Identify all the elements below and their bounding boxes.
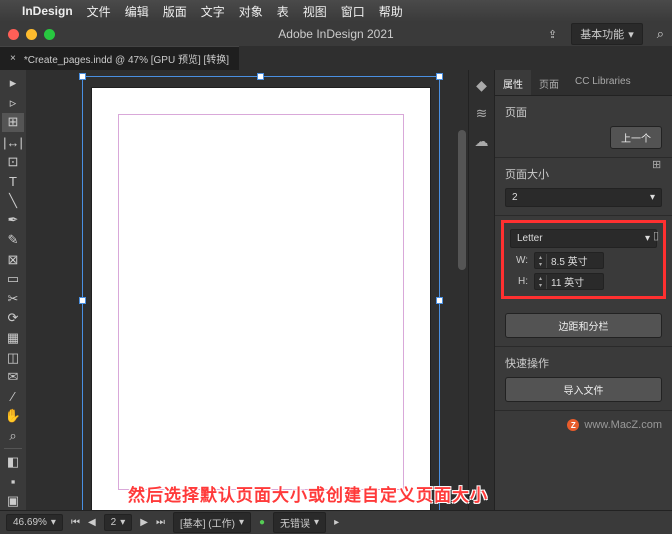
height-input[interactable]: ▴▾: [534, 273, 604, 290]
app-name[interactable]: InDesign: [22, 4, 73, 18]
menu-edit[interactable]: 编辑: [125, 3, 149, 20]
maximize-button[interactable]: [44, 29, 55, 40]
status-bar: 46.69%▾ ⏮ ◀ 2▾ ▶ ⏭ [基本] (工作)▾ ● 无错误▾ ▸: [0, 510, 672, 534]
handle-w[interactable]: [79, 297, 86, 304]
handle-nw[interactable]: [79, 73, 86, 80]
window-titlebar: Adobe InDesign 2021 ⇪ 基本功能▾ ⌕: [0, 22, 672, 46]
menu-file[interactable]: 文件: [87, 3, 111, 20]
share-icon[interactable]: ⇪: [548, 28, 557, 41]
zoom-tool[interactable]: ⌕: [2, 427, 24, 446]
direct-selection-tool[interactable]: ▹: [2, 94, 24, 113]
page-nav-select[interactable]: 2▾: [104, 514, 133, 531]
window-title: Adobe InDesign 2021: [278, 27, 393, 41]
nav-prev-icon[interactable]: ◀: [88, 517, 96, 528]
handle-n[interactable]: [257, 73, 264, 80]
tab-cc-libraries[interactable]: CC Libraries: [567, 70, 639, 95]
menu-object[interactable]: 对象: [239, 3, 263, 20]
type-tool[interactable]: T: [2, 172, 24, 191]
search-icon[interactable]: ⌕: [657, 26, 664, 42]
note-tool[interactable]: ✉: [2, 368, 24, 387]
workspace-dropdown[interactable]: 基本功能▾: [571, 23, 643, 45]
document-tabs: × *Create_pages.indd @ 47% [GPU 预览] [转换]: [0, 46, 672, 70]
separator: [4, 448, 22, 449]
minimize-button[interactable]: [26, 29, 37, 40]
fill-stroke-tool[interactable]: ◧: [2, 452, 24, 471]
cc-icon[interactable]: ☁: [473, 132, 491, 150]
canvas[interactable]: [26, 70, 468, 510]
pen-tool[interactable]: ✒: [2, 211, 24, 230]
page-tool[interactable]: ⊞: [2, 113, 24, 132]
tutorial-caption: 然后选择默认页面大小或创建自定义页面大小: [128, 481, 488, 506]
section-page-label: 页面: [505, 104, 662, 120]
workspace-status[interactable]: [基本] (工作)▾: [173, 512, 251, 533]
gradient-feather-tool[interactable]: ◫: [2, 348, 24, 367]
transform-tool[interactable]: ⟳: [2, 309, 24, 328]
handle-ne[interactable]: [436, 73, 443, 80]
view-mode-tool[interactable]: ▣: [2, 491, 24, 510]
hand-tool[interactable]: ✋: [2, 407, 24, 426]
page[interactable]: [92, 88, 430, 510]
menu-view[interactable]: 视图: [303, 3, 327, 20]
gradient-tool[interactable]: ▦: [2, 329, 24, 348]
rectangle-tool[interactable]: ▭: [2, 270, 24, 289]
page-preset-select[interactable]: Letter▾: [510, 229, 657, 248]
collapsed-panels: ◆ ≋ ☁: [468, 70, 494, 510]
menu-window[interactable]: 窗口: [341, 3, 365, 20]
rectangle-frame-tool[interactable]: ⊠: [2, 250, 24, 269]
menu-type[interactable]: 文字: [201, 3, 225, 20]
nav-first-icon[interactable]: ⏮: [71, 517, 80, 528]
section-size-label: 页面大小: [505, 166, 662, 182]
grid-icon[interactable]: ⊞: [652, 158, 666, 172]
portrait-icon[interactable]: ▯: [653, 229, 667, 243]
tab-pages[interactable]: 页面: [531, 70, 567, 95]
gap-tool[interactable]: |↔|: [2, 133, 24, 152]
nav-next-icon[interactable]: ▶: [140, 517, 148, 528]
chevron-down-icon: ▾: [650, 192, 655, 203]
previous-button[interactable]: 上一个: [610, 126, 662, 149]
document-tab[interactable]: × *Create_pages.indd @ 47% [GPU 预览] [转换]: [0, 46, 239, 70]
page-count-select[interactable]: 2▾: [505, 188, 662, 207]
chevron-down-icon: ▾: [628, 28, 634, 41]
error-status[interactable]: 无错误▾: [273, 512, 326, 533]
line-tool[interactable]: ╲: [2, 192, 24, 211]
expand-icon[interactable]: ▸: [334, 517, 339, 528]
mac-menubar: InDesign 文件 编辑 版面 文字 对象 表 视图 窗口 帮助: [0, 0, 672, 22]
width-label: W:: [510, 255, 528, 266]
properties-panel: 属性 页面 CC Libraries 页面 上一个 页面大小 ⊞ 2▾ ▯ ▭ …: [494, 70, 672, 510]
watermark-icon: Z: [567, 419, 579, 431]
zoom-select[interactable]: 46.69%▾: [6, 514, 63, 531]
menu-layout[interactable]: 版面: [163, 3, 187, 20]
vertical-scrollbar[interactable]: [458, 130, 466, 270]
eyedropper-tool[interactable]: ⁄: [2, 388, 24, 407]
toolbox: ▸ ▹ ⊞ |↔| ⊡ T ╲ ✒ ✎ ⊠ ▭ ✂ ⟳ ▦ ◫ ✉ ⁄ ✋ ⌕ …: [0, 70, 26, 510]
import-file-button[interactable]: 导入文件: [505, 377, 662, 402]
properties-icon[interactable]: ◆: [473, 76, 491, 94]
selection-tool[interactable]: ▸: [2, 74, 24, 93]
quick-actions-label: 快速操作: [505, 355, 662, 371]
watermark: Z www.MacZ.com: [495, 411, 672, 439]
menu-help[interactable]: 帮助: [379, 3, 403, 20]
height-label: H:: [510, 276, 528, 287]
margin-guides: [118, 114, 404, 490]
color-tool[interactable]: ▪: [2, 472, 24, 491]
menu-table[interactable]: 表: [277, 3, 289, 20]
handle-e[interactable]: [436, 297, 443, 304]
highlight-box: ▯ ▭ Letter▾ W: ▴▾ H: ▴▾: [501, 220, 666, 299]
chevron-down-icon: ▾: [645, 233, 650, 244]
margins-columns-button[interactable]: 边距和分栏: [505, 313, 662, 338]
close-button[interactable]: [8, 29, 19, 40]
tab-properties[interactable]: 属性: [495, 70, 531, 95]
close-icon[interactable]: ×: [10, 53, 16, 64]
layers-icon[interactable]: ≋: [473, 104, 491, 122]
width-input[interactable]: ▴▾: [534, 252, 604, 269]
pencil-tool[interactable]: ✎: [2, 231, 24, 250]
nav-last-icon[interactable]: ⏭: [156, 517, 165, 528]
content-tool[interactable]: ⊡: [2, 152, 24, 171]
scissors-tool[interactable]: ✂: [2, 290, 24, 309]
